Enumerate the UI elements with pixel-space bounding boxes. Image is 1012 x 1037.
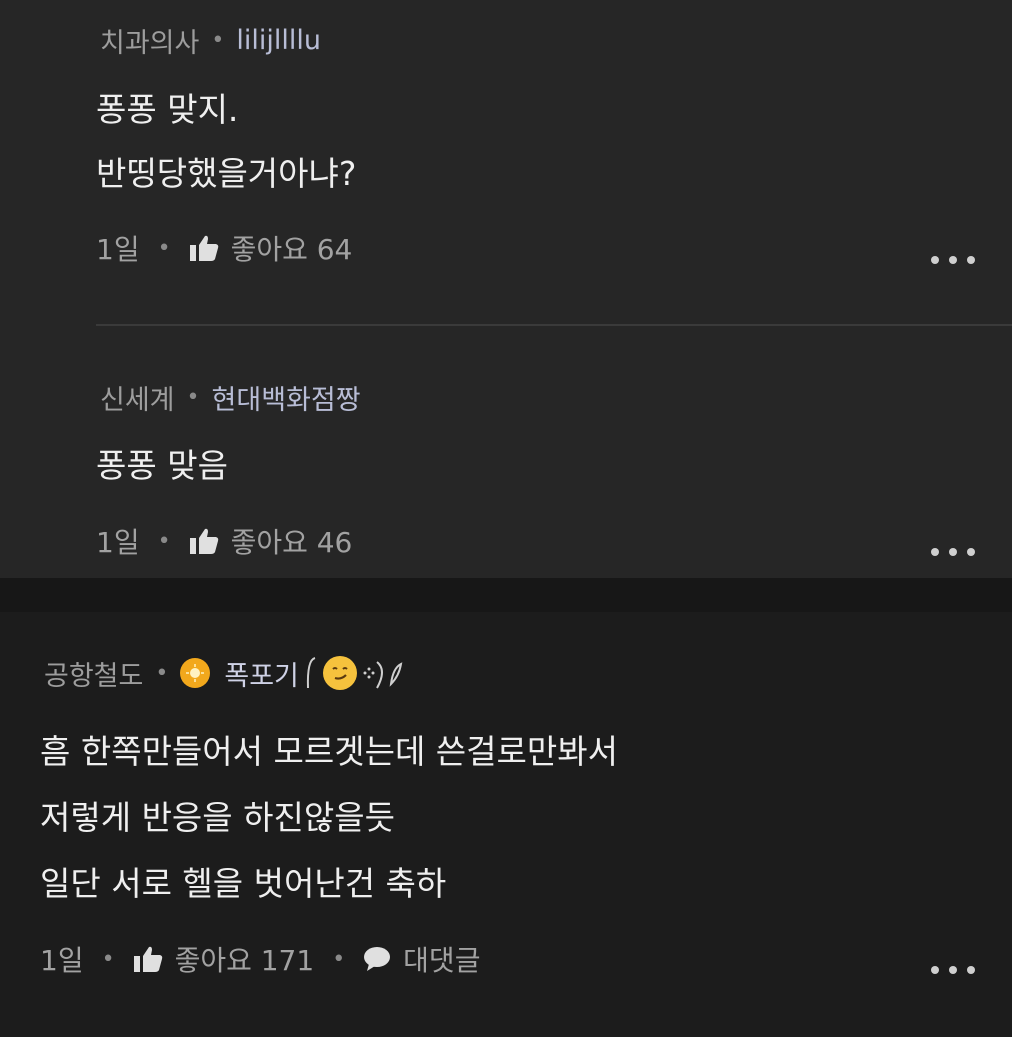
comment-footer: 1일 • 좋아요 171 • 대댓글 xyxy=(40,939,480,979)
comment-line: 흠 한쪽만들어서 모르겟는데 쓴걸로만봐서 xyxy=(40,732,618,771)
comment-footer: 1일 • 좋아요 64 xyxy=(96,228,352,268)
comment-line: 저렇게 반응을 하진않을듯 xyxy=(40,798,395,837)
author-name[interactable]: 신세계 xyxy=(100,378,175,417)
comment-time: 1일 xyxy=(40,944,84,977)
like-count[interactable]: 좋아요 171 xyxy=(175,939,315,979)
separator-dot: • xyxy=(155,660,169,686)
thumbs-up-icon[interactable] xyxy=(133,945,163,973)
like-count[interactable]: 좋아요 64 xyxy=(231,228,353,268)
decoration-icon xyxy=(305,656,407,690)
separator-dot: • xyxy=(101,946,115,972)
comment-time: 1일 xyxy=(96,526,140,559)
author-name[interactable]: 치과의사 xyxy=(100,21,199,60)
separator-dot: • xyxy=(157,528,171,554)
comment-body: 흠 한쪽만들어서 모르겟는데 쓴걸로만봐서 저렇게 반응을 하진않을듯 일단 서… xyxy=(40,719,618,917)
separator-dot: • xyxy=(157,235,171,261)
separator-dot: • xyxy=(211,27,225,53)
user-name[interactable]: 폭포기 xyxy=(224,654,299,693)
comment-line: 반띵당했을거아냐? xyxy=(96,154,357,193)
divider xyxy=(96,324,1012,326)
more-options-icon[interactable] xyxy=(931,962,975,978)
comment-meta: 공항철도 • 폭포기 xyxy=(44,653,407,693)
comment-line: 퐁퐁 맞지. xyxy=(96,90,239,129)
gold-badge-icon xyxy=(180,658,211,688)
author-name[interactable]: 공항철도 xyxy=(44,654,143,693)
reply-thread: 치과의사 • lilijllllu 퐁퐁 맞지. 반띵당했을거아냐? 1일 • … xyxy=(0,0,1012,578)
thumbs-up-icon[interactable] xyxy=(189,527,219,555)
top-comment: 공항철도 • 폭포기 흠 한쪽만들어서 모르겟는데 쓴걸로만봐서 저렇게 반응을… xyxy=(0,612,1012,1037)
section-gap xyxy=(0,578,1012,612)
reply-button[interactable]: 대댓글 xyxy=(403,939,480,979)
smirk-emoji-icon xyxy=(322,656,357,690)
comment-meta: 신세계 • 현대백화점짱 xyxy=(100,377,361,417)
separator-dot: • xyxy=(186,384,200,410)
mention-name[interactable]: 현대백화점짱 xyxy=(212,378,361,417)
comment-time: 1일 xyxy=(96,233,140,266)
comment-footer: 1일 • 좋아요 46 xyxy=(96,521,352,561)
comment-body: 퐁퐁 맞음 xyxy=(96,434,228,498)
more-options-icon[interactable] xyxy=(931,544,975,560)
thumbs-up-icon[interactable] xyxy=(189,234,219,262)
comment-line: 퐁퐁 맞음 xyxy=(96,446,228,485)
comment-meta: 치과의사 • lilijllllu xyxy=(100,20,321,60)
separator-dot: • xyxy=(332,946,346,972)
like-count[interactable]: 좋아요 46 xyxy=(231,521,353,561)
comment-body: 퐁퐁 맞지. 반띵당했을거아냐? xyxy=(96,78,356,206)
comment-line: 일단 서로 헬을 벗어난건 축하 xyxy=(40,864,447,903)
speech-bubble-icon[interactable] xyxy=(363,946,391,972)
more-options-icon[interactable] xyxy=(931,252,975,268)
mention-name[interactable]: lilijllllu xyxy=(236,25,321,56)
